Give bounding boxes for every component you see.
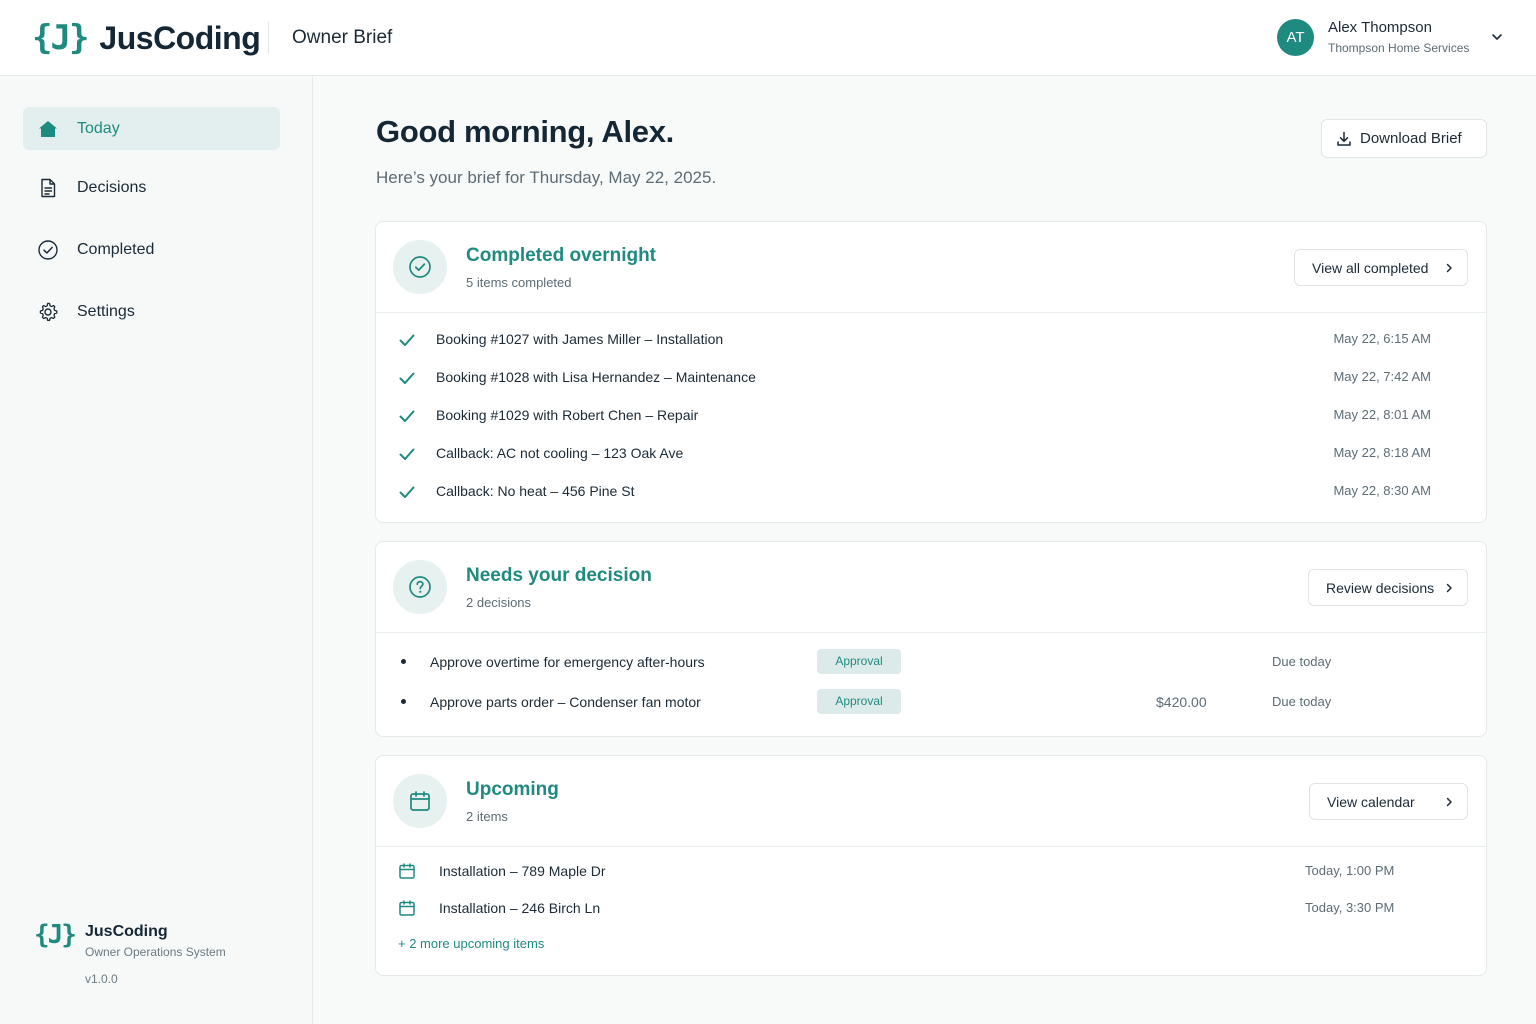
app-logo[interactable]: {J} JusCoding — [32, 16, 261, 60]
logo-text: JusCoding — [99, 19, 261, 56]
list-item[interactable]: Callback: AC not cooling – 123 Oak Ave M… — [376, 435, 1486, 473]
page-title: Owner Brief — [292, 27, 393, 48]
list-item[interactable]: Callback: No heat – 456 Pine St May 22, … — [376, 473, 1486, 511]
checkmark-icon — [399, 334, 415, 346]
card-subtitle: 5 items completed — [466, 275, 572, 290]
item-time: May 22, 6:15 AM — [1333, 331, 1431, 346]
bullet-dot — [401, 659, 406, 664]
card-header: Completed overnight 5 items completed Vi… — [376, 222, 1486, 313]
home-icon — [39, 120, 57, 137]
decision-text: Approve parts order – Condenser fan moto… — [430, 694, 701, 710]
review-decisions-button[interactable]: Review decisions — [1308, 569, 1468, 606]
list-item[interactable]: Installation – 246 Birch Ln Today, 3:30 … — [376, 891, 1486, 927]
sidebar-item-label: Today — [77, 119, 120, 137]
avatar[interactable]: AT — [1277, 19, 1314, 56]
chevron-right-icon — [1446, 263, 1452, 273]
top-header: {J} JusCoding Owner Brief AT Alex Thomps… — [0, 0, 1536, 76]
view-calendar-button[interactable]: View calendar — [1309, 783, 1468, 820]
list-item[interactable]: Installation – 789 Maple Dr Today, 1:00 … — [376, 854, 1486, 890]
header-divider — [268, 22, 269, 54]
completed-overnight-card: Completed overnight 5 items completed Vi… — [375, 221, 1487, 523]
list-item[interactable]: Approve parts order – Condenser fan moto… — [376, 682, 1486, 722]
card-subtitle: 2 decisions — [466, 595, 532, 610]
footer-logo-mark: {J} — [34, 920, 77, 950]
item-text: Booking #1029 with Robert Chen – Repair — [436, 407, 699, 423]
chevron-down-icon[interactable] — [1489, 29, 1505, 45]
card-header: Upcoming 2 items View calendar — [376, 756, 1486, 847]
footer-app-subtitle: Owner Operations System — [85, 945, 226, 959]
logo-mark: {J} — [32, 18, 89, 58]
item-text: Callback: AC not cooling – 123 Oak Ave — [436, 445, 684, 461]
upcoming-text: Installation – 789 Maple Dr — [439, 863, 606, 879]
button-label: View calendar — [1327, 794, 1415, 810]
chevron-right-icon — [1446, 583, 1452, 593]
calendar-icon — [399, 863, 415, 879]
upcoming-time: Today, 3:30 PM — [1305, 900, 1395, 915]
item-time: May 22, 8:30 AM — [1333, 483, 1431, 498]
download-icon — [1337, 131, 1351, 146]
question-circle-icon — [409, 576, 431, 598]
gear-icon — [39, 302, 58, 321]
card-title: Upcoming — [466, 779, 559, 800]
sidebar-item-today[interactable]: Today — [23, 107, 280, 150]
document-icon — [41, 178, 56, 197]
view-all-completed-button[interactable]: View all completed — [1294, 249, 1468, 286]
needs-decision-card: Needs your decision 2 decisions Review d… — [375, 541, 1487, 737]
check-circle-icon — [38, 239, 58, 260]
button-label: View all completed — [1312, 260, 1429, 276]
sidebar: Today Decisions Completed Settings — [0, 76, 313, 1024]
upcoming-card: Upcoming 2 items View calendar Installat… — [375, 755, 1487, 976]
check-circle-icon — [409, 256, 431, 278]
checkmark-icon — [399, 448, 415, 460]
card-icon-badge — [393, 560, 447, 614]
sidebar-item-decisions[interactable]: Decisions — [23, 166, 280, 209]
decision-text: Approve overtime for emergency after-hou… — [430, 654, 705, 670]
brief-date-subtitle: Here’s your brief for Thursday, May 22, … — [376, 168, 717, 187]
download-brief-label: Download Brief — [1360, 130, 1462, 147]
checkmark-icon — [399, 486, 415, 498]
download-brief-button[interactable]: Download Brief — [1321, 119, 1487, 158]
sidebar-item-completed[interactable]: Completed — [23, 228, 280, 271]
user-company: Thompson Home Services — [1328, 41, 1470, 55]
item-text: Booking #1027 with James Miller – Instal… — [436, 331, 724, 347]
checkmark-icon — [399, 372, 415, 384]
more-upcoming-link[interactable]: + 2 more upcoming items — [398, 936, 544, 951]
upcoming-text: Installation – 246 Birch Ln — [439, 900, 601, 916]
card-icon-badge — [393, 240, 447, 294]
card-header: Needs your decision 2 decisions Review d… — [376, 542, 1486, 633]
footer-version: v1.0.0 — [85, 972, 118, 986]
greeting-heading: Good morning, Alex. — [376, 114, 674, 149]
list-item[interactable]: Booking #1029 with Robert Chen – Repair … — [376, 397, 1486, 435]
list-item[interactable]: Approve overtime for emergency after-hou… — [376, 642, 1486, 682]
card-title: Completed overnight — [466, 245, 657, 266]
sidebar-item-label: Completed — [77, 240, 155, 258]
card-subtitle: 2 items — [466, 809, 508, 824]
list-item[interactable]: Booking #1028 with Lisa Hernandez – Main… — [376, 359, 1486, 397]
card-title: Needs your decision — [466, 565, 652, 586]
button-label: Review decisions — [1326, 580, 1435, 596]
bullet-dot — [401, 699, 406, 704]
user-name[interactable]: Alex Thompson — [1328, 19, 1432, 36]
decision-amount: $420.00 — [1156, 694, 1207, 710]
item-time: May 22, 7:42 AM — [1333, 369, 1431, 384]
decision-due: Due today — [1272, 654, 1332, 669]
item-time: May 22, 8:01 AM — [1333, 407, 1431, 422]
sidebar-item-label: Decisions — [77, 178, 147, 196]
calendar-icon — [399, 900, 415, 916]
card-icon-badge — [393, 774, 447, 828]
status-badge: Approval — [817, 689, 901, 714]
sidebar-item-settings[interactable]: Settings — [23, 290, 280, 333]
sidebar-item-label: Settings — [77, 302, 135, 320]
list-item[interactable]: Booking #1027 with James Miller – Instal… — [376, 321, 1486, 359]
item-text: Booking #1028 with Lisa Hernandez – Main… — [436, 369, 756, 385]
status-badge: Approval — [817, 649, 901, 674]
calendar-icon — [410, 791, 430, 811]
checkmark-icon — [399, 410, 415, 422]
item-text: Callback: No heat – 456 Pine St — [436, 483, 635, 499]
upcoming-time: Today, 1:00 PM — [1305, 863, 1395, 878]
item-time: May 22, 8:18 AM — [1333, 445, 1431, 460]
decision-due: Due today — [1272, 694, 1332, 709]
footer-app-name: JusCoding — [85, 923, 168, 940]
chevron-right-icon — [1446, 797, 1452, 807]
